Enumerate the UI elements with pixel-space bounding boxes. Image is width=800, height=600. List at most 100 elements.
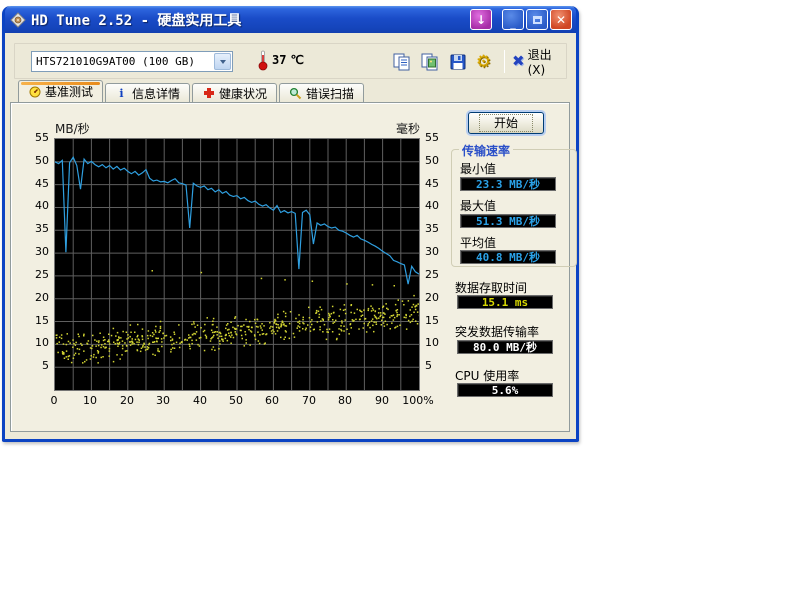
stat-label-burst-rate: 突发数据传输率 [455, 323, 539, 340]
y-tick-label: 20 [425, 291, 451, 304]
y-tick-label: 45 [425, 177, 451, 190]
x-tick-label: 90 [365, 394, 399, 407]
drive-select[interactable]: HTS721010G9AT00 (100 GB) [31, 51, 233, 72]
start-button-label: 开始 [479, 114, 533, 132]
copy-text-button[interactable] [389, 49, 414, 74]
transfer-rate-group: 传输速率 最小值 23.3 MB/秒 最大值 51.3 MB/秒 平均值 40.… [451, 149, 577, 267]
y-tick-label: 35 [425, 222, 451, 235]
client-area: HTS721010G9AT00 (100 GB) 37 ℃ [5, 33, 576, 437]
y-tick-label: 10 [425, 336, 451, 349]
temperature-unit: ℃ [290, 53, 303, 67]
y-tick-label: 5 [23, 359, 49, 372]
start-button[interactable]: 开始 [468, 112, 544, 134]
temperature-indicator: 37 ℃ [258, 49, 304, 71]
x-tick-label: 80 [328, 394, 362, 407]
y-tick-label: 5 [425, 359, 451, 372]
maximize-button[interactable] [526, 9, 548, 30]
y-tick-label: 30 [425, 245, 451, 258]
y-tick-label: 15 [425, 314, 451, 327]
scan-magnifier-icon [289, 87, 302, 100]
left-axis-label: MB/秒 [55, 120, 90, 137]
options-button[interactable]: ⚙ [471, 49, 496, 74]
exit-button[interactable]: ✖ 退出(X) [512, 49, 566, 74]
tab-label: 错误扫描 [306, 85, 354, 102]
stat-value-burst-rate: 80.0 MB/秒 [457, 340, 553, 354]
y-tick-label: 50 [23, 154, 49, 167]
copy-image-icon [421, 53, 439, 71]
hd-tune-window: HD Tune 2.52 - 硬盘实用工具 ↓ _ ✕ HTS721010G9A… [2, 6, 579, 442]
download-button[interactable]: ↓ [470, 9, 492, 30]
app-icon [10, 12, 26, 28]
title-bar[interactable]: HD Tune 2.52 - 硬盘实用工具 ↓ _ ✕ [5, 6, 576, 33]
x-tick-label: 70 [292, 394, 326, 407]
x-tick-label: 50 [219, 394, 253, 407]
stat-label-cpu-usage: CPU 使用率 [455, 367, 519, 384]
stat-value-avg: 40.8 MB/秒 [460, 250, 556, 264]
benchmark-chart [54, 138, 420, 391]
stat-value-min: 23.3 MB/秒 [460, 177, 556, 191]
tab-health[interactable]: 健康状况 [192, 83, 277, 102]
x-tick-label: 10 [73, 394, 107, 407]
y-tick-label: 55 [23, 131, 49, 144]
y-tick-label: 25 [425, 268, 451, 281]
thermometer-icon [258, 49, 268, 71]
options-gear-icon: ⚙ [476, 52, 491, 72]
chart-canvas [55, 139, 419, 390]
stat-value-cpu-usage: 5.6% [457, 383, 553, 397]
temperature-value: 37 [272, 53, 286, 67]
exit-x-icon: ✖ [512, 54, 525, 69]
stat-value-max: 51.3 MB/秒 [460, 214, 556, 228]
y-tick-label: 40 [23, 199, 49, 212]
y-tick-label: 10 [23, 336, 49, 349]
x-tick-label: 30 [146, 394, 180, 407]
y-tick-label: 50 [425, 154, 451, 167]
minimize-icon: _ [510, 21, 516, 27]
x-tick-label: 20 [110, 394, 144, 407]
drive-select-value: HTS721010G9AT00 (100 GB) [32, 55, 213, 68]
chevron-down-icon [220, 60, 226, 64]
right-axis-label: 毫秒 [381, 120, 420, 137]
minimize-button[interactable]: _ [502, 9, 524, 30]
y-tick-label: 55 [425, 131, 451, 144]
toolbar: HTS721010G9AT00 (100 GB) 37 ℃ [14, 43, 567, 79]
info-icon: i [115, 87, 128, 100]
x-tick-label: 60 [255, 394, 289, 407]
down-arrow-icon: ↓ [476, 13, 486, 27]
drive-select-dropdown-button[interactable] [214, 53, 231, 70]
y-tick-label: 15 [23, 314, 49, 327]
health-cross-icon [202, 87, 215, 100]
tab-label: 健康状况 [219, 85, 267, 102]
x-tick-label: 0 [37, 394, 71, 407]
maximize-icon [533, 16, 542, 24]
y-tick-label: 25 [23, 268, 49, 281]
gauge-icon [28, 85, 41, 98]
window-title: HD Tune 2.52 - 硬盘实用工具 [31, 10, 241, 30]
close-button[interactable]: ✕ [550, 9, 572, 30]
benchmark-page: MB/秒 毫秒 5 10 15 20 25 30 35 40 45 50 55 5 10 15 20 25 3… [10, 102, 570, 432]
close-icon: ✕ [556, 13, 566, 27]
group-title: 传输速率 [459, 142, 513, 159]
x-tick-label: 40 [183, 394, 217, 407]
y-tick-label: 45 [23, 177, 49, 190]
window-controls: ↓ _ ✕ [470, 9, 572, 30]
tab-error-scan[interactable]: 错误扫描 [279, 83, 364, 102]
stat-label-min: 最小值 [460, 160, 496, 177]
stat-label-access-time: 数据存取时间 [455, 279, 527, 296]
stat-label-max: 最大值 [460, 197, 496, 214]
copy-text-icon [393, 53, 411, 71]
y-tick-label: 20 [23, 291, 49, 304]
tab-label: 信息详情 [132, 85, 180, 102]
y-tick-label: 35 [23, 222, 49, 235]
tab-label: 基准测试 [45, 83, 93, 100]
tab-info[interactable]: i 信息详情 [105, 83, 190, 102]
desktop: HD Tune 2.52 - 硬盘实用工具 ↓ _ ✕ HTS721010G9A… [0, 0, 800, 600]
tab-bar: 基准测试 i 信息详情 健康状况 错误扫描 [18, 81, 364, 102]
tab-benchmark[interactable]: 基准测试 [18, 80, 103, 102]
copy-image-button[interactable] [417, 49, 442, 74]
y-tick-label: 40 [425, 199, 451, 212]
y-tick-label: 30 [23, 245, 49, 258]
save-button[interactable] [445, 49, 470, 74]
x-tick-label: 100% [401, 394, 435, 407]
stat-value-access-time: 15.1 ms [457, 295, 553, 309]
exit-label: 退出(X) [528, 46, 566, 77]
